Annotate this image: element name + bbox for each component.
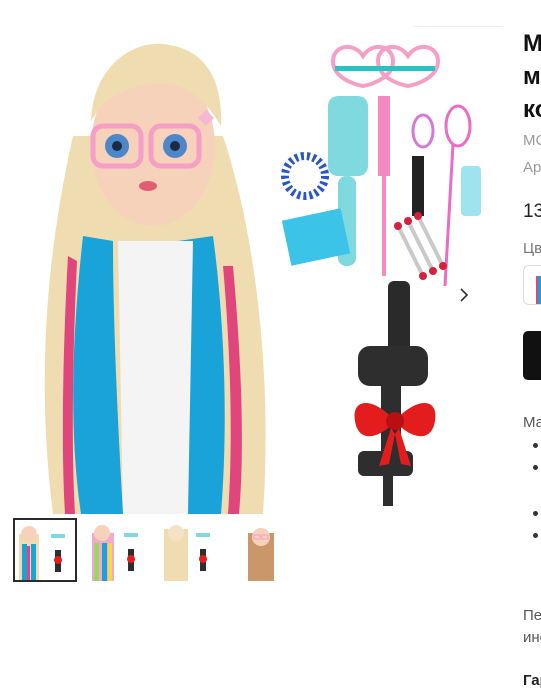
thumbnail-1[interactable] [13, 518, 77, 582]
article-text: Арт [523, 159, 541, 176]
list-bullet [533, 511, 538, 516]
description-paragraph: Пе инс [523, 607, 541, 646]
chevron-right-icon [460, 288, 469, 302]
thumbnail-4[interactable] [229, 518, 293, 582]
thumbnail-2[interactable] [85, 518, 149, 582]
product-info: М м ко МС Арт 13 Цв Ма Пе инс Гар [523, 0, 541, 699]
divider [413, 26, 503, 27]
color-label: Цв [523, 240, 541, 257]
thumbnail-image [248, 528, 274, 581]
next-image-button[interactable] [451, 282, 477, 308]
price: 13 [523, 201, 541, 222]
guarantee-heading: Гар [523, 672, 541, 689]
doll-head-illustration [44, 43, 481, 514]
description-heading: Ма [523, 414, 541, 431]
list-bullet [533, 533, 538, 538]
thumbnail-image [19, 526, 65, 580]
thumbnail-image [164, 525, 210, 581]
product-gallery [0, 0, 505, 699]
swatch-image [536, 276, 541, 304]
main-product-image[interactable] [13, 26, 503, 514]
product-title: М м ко [523, 30, 541, 123]
color-swatch[interactable] [523, 265, 541, 305]
list-bullet [533, 465, 538, 470]
thumbnail-strip [13, 518, 293, 582]
list-bullet [533, 443, 538, 448]
thumbnail-3[interactable] [157, 518, 221, 582]
brand-text: МС [523, 132, 541, 149]
thumbnail-image [92, 525, 138, 581]
add-to-cart-button[interactable] [523, 331, 541, 380]
